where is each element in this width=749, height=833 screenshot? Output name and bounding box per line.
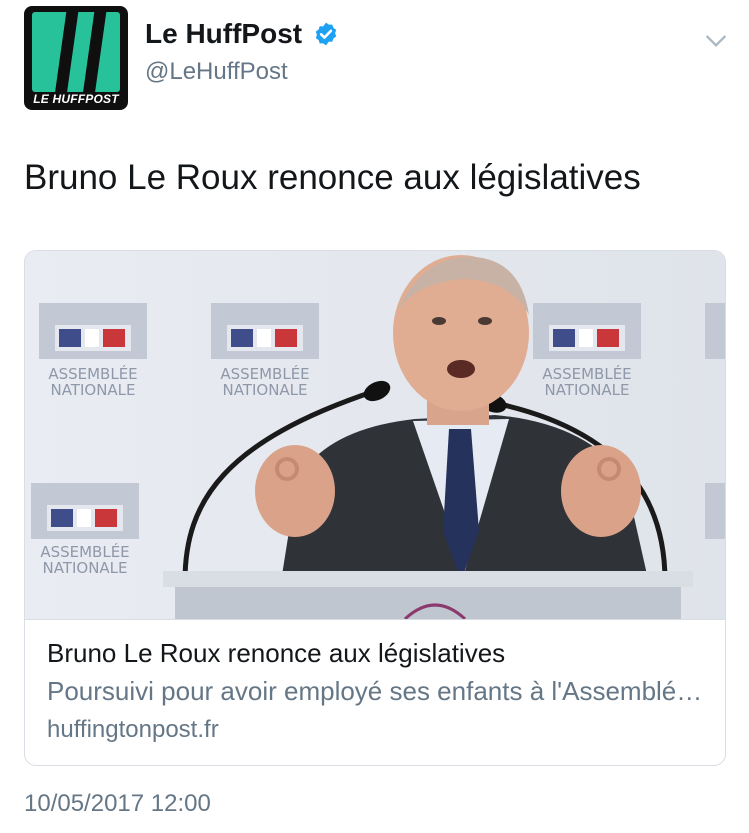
- avatar[interactable]: LE HUFFPOST: [24, 6, 128, 110]
- svg-text:NATIONALE: NATIONALE: [50, 381, 135, 399]
- chevron-down-icon[interactable]: [703, 28, 729, 54]
- backdrop-logo: ASSEMBLÉE NATIONALE: [31, 483, 139, 577]
- card-image[interactable]: ASSEMBLÉE NATIONALE ASSEMBLÉE NATIONALE …: [25, 251, 726, 619]
- podium-top: [163, 571, 693, 587]
- podium: [175, 587, 681, 619]
- verified-badge-icon: [315, 22, 336, 46]
- card-description: Poursuivi pour avoir employé ses enfants…: [47, 676, 705, 706]
- link-preview-card[interactable]: ASSEMBLÉE NATIONALE ASSEMBLÉE NATIONALE …: [24, 250, 726, 766]
- author-display-name[interactable]: Le HuffPost: [145, 18, 302, 50]
- tweet-timestamp[interactable]: 10/05/2017 12:00: [24, 790, 211, 818]
- backdrop-logo: ASSEMBLÉE NATIONALE: [533, 303, 641, 399]
- card-domain: huffingtonpost.fr: [47, 716, 219, 743]
- avatar-logo-mark: [32, 6, 120, 110]
- author-handle[interactable]: @LeHuffPost: [145, 58, 288, 86]
- card-title[interactable]: Bruno Le Roux renonce aux législatives: [47, 636, 705, 670]
- svg-text:NATIONALE: NATIONALE: [544, 381, 629, 399]
- backdrop-logo: ASSEMBLÉE NATIONALE: [39, 303, 147, 399]
- svg-text:NATIONALE: NATIONALE: [222, 381, 307, 399]
- card-body[interactable]: Bruno Le Roux renonce aux législatives P…: [25, 619, 725, 765]
- author-name-row: Le HuffPost: [145, 18, 339, 50]
- tweet: LE HUFFPOST Le HuffPost @LeHuffPost Brun…: [0, 0, 749, 833]
- backdrop-logo: ASSEMBLÉE NATIONALE: [211, 303, 319, 399]
- svg-text:NATIONALE: NATIONALE: [42, 559, 127, 577]
- avatar-logo-text: LE HUFFPOST: [33, 92, 119, 106]
- tweet-text: Bruno Le Roux renonce aux législatives: [24, 158, 641, 197]
